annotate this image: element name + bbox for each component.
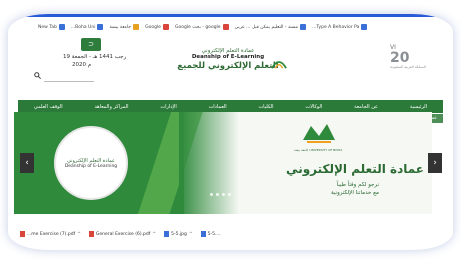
- search-input[interactable]: [44, 81, 94, 82]
- slider-dots: [210, 193, 231, 196]
- hero-fade: [179, 112, 239, 214]
- rss-icon: ⊃: [88, 40, 94, 48]
- uni-icon: [133, 24, 140, 30]
- next-slide-button[interactable]: ›: [428, 153, 442, 173]
- download-item[interactable]: 5-5.jpg ^: [164, 231, 193, 237]
- vision-subtitle: المملكة العربية السعودية: [390, 65, 426, 69]
- slider-dot[interactable]: [228, 193, 231, 196]
- logo-mark-icon: [271, 61, 287, 69]
- bookmark-label: Boha Uni...: [70, 24, 96, 30]
- bookmark-label: google - بحث Google: [174, 24, 221, 30]
- google-icon: [162, 24, 169, 30]
- vision-2030-logo: VI 20 المملكة العربية السعودية: [390, 44, 430, 76]
- page-icon: [300, 24, 307, 30]
- page-icon: [58, 24, 65, 30]
- nav-item-centers[interactable]: المراكز والمعاهد: [94, 104, 128, 110]
- chevron-up-icon[interactable]: ^: [77, 232, 81, 237]
- vision-year: 20: [390, 50, 410, 66]
- image-icon: [200, 231, 206, 237]
- bookmark-item[interactable]: Boha Uni...: [71, 24, 104, 30]
- hero-emblem: عمادة التعلم الإلكتروني Deanship of E-Le…: [54, 126, 128, 200]
- download-label: 5-5.jpg: [171, 231, 187, 237]
- hero-subtitle-1: نرجو لكم وقتاً طيباً: [336, 182, 379, 188]
- slider-dot[interactable]: [216, 193, 219, 196]
- chevron-up-icon[interactable]: ^: [152, 232, 156, 237]
- download-label: 5-5....: [207, 231, 221, 237]
- bookmark-item[interactable]: جامعة بيشة: [109, 24, 140, 30]
- downloads-bar: ...me Exercise (7).pdf ^ General Exercise…: [20, 228, 440, 240]
- nav-item-departments[interactable]: الإدارات: [160, 104, 176, 110]
- bookmark-label: مسند - التعليم يمكن قبل ... عربي: [234, 24, 299, 30]
- hijri-date: 19 رجب 1441 هـ - الجمعة: [63, 54, 127, 60]
- image-icon: [164, 231, 170, 237]
- page-icon: [361, 24, 368, 30]
- download-item[interactable]: 5-5....: [200, 231, 221, 237]
- slider-dot[interactable]: [210, 193, 213, 196]
- rss-button[interactable]: ⊃: [81, 38, 101, 51]
- gregorian-date: 2020 م: [72, 62, 92, 68]
- top-accent-line: [8, 14, 453, 17]
- download-label: ...me Exercise (7).pdf: [27, 231, 76, 237]
- university-label: جامعة بيشة UNIVERSITY OF BISHA: [294, 148, 343, 152]
- nav-item-colleges[interactable]: الكليات: [258, 104, 273, 110]
- bookmark-label: Google: [145, 24, 161, 30]
- nav-item-endowment[interactable]: الوقف العلمي: [34, 104, 63, 110]
- hero-title: عمادة التعلم الإلكتروني: [286, 162, 424, 176]
- nav-item-about[interactable]: عن الجامعة: [354, 104, 378, 110]
- bookmarks-bar: New Tab Boha Uni... جامعة بيشة Google go…: [38, 20, 438, 34]
- download-item[interactable]: General Exercise (6).pdf ^: [88, 231, 156, 237]
- download-item[interactable]: ...me Exercise (7).pdf ^: [20, 231, 81, 237]
- download-label: General Exercise (6).pdf: [95, 231, 151, 237]
- hero-subtitle-2: مع خدماتنا الإلكترونية: [330, 190, 379, 196]
- bookmark-item[interactable]: مسند - التعليم يمكن قبل ... عربي: [235, 24, 307, 30]
- university-logo-icon: [303, 124, 335, 143]
- pdf-icon: [88, 231, 94, 237]
- pdf-icon: [20, 231, 25, 237]
- bookmark-label: New Tab: [38, 24, 57, 30]
- bookmark-label: جامعة بيشة: [109, 24, 132, 30]
- emblem-english: Deanship of E-Learning: [64, 164, 118, 169]
- bookmark-label: Type A Behavior Pa...: [312, 24, 360, 30]
- page-icon: [97, 24, 104, 30]
- bookmark-item[interactable]: New Tab: [38, 24, 65, 30]
- bookmark-item[interactable]: Google: [145, 24, 169, 30]
- nav-item-deanships[interactable]: العمادات: [209, 104, 227, 110]
- chevron-up-icon[interactable]: ^: [189, 232, 193, 237]
- nav-item-home[interactable]: الرئيسية: [410, 104, 427, 110]
- bookmark-item[interactable]: Type A Behavior Pa...: [312, 24, 368, 30]
- prev-slide-button[interactable]: ‹: [20, 153, 34, 173]
- slider-dot[interactable]: [222, 193, 225, 196]
- nav-item-agencies[interactable]: الوكالات: [305, 104, 322, 110]
- bookmark-item[interactable]: google - بحث Google: [175, 24, 229, 30]
- search-icon[interactable]: [34, 72, 41, 79]
- google-icon: [222, 24, 229, 30]
- hero-slider: عمادة التعلم الإلكتروني Deanship of E-Le…: [14, 112, 432, 214]
